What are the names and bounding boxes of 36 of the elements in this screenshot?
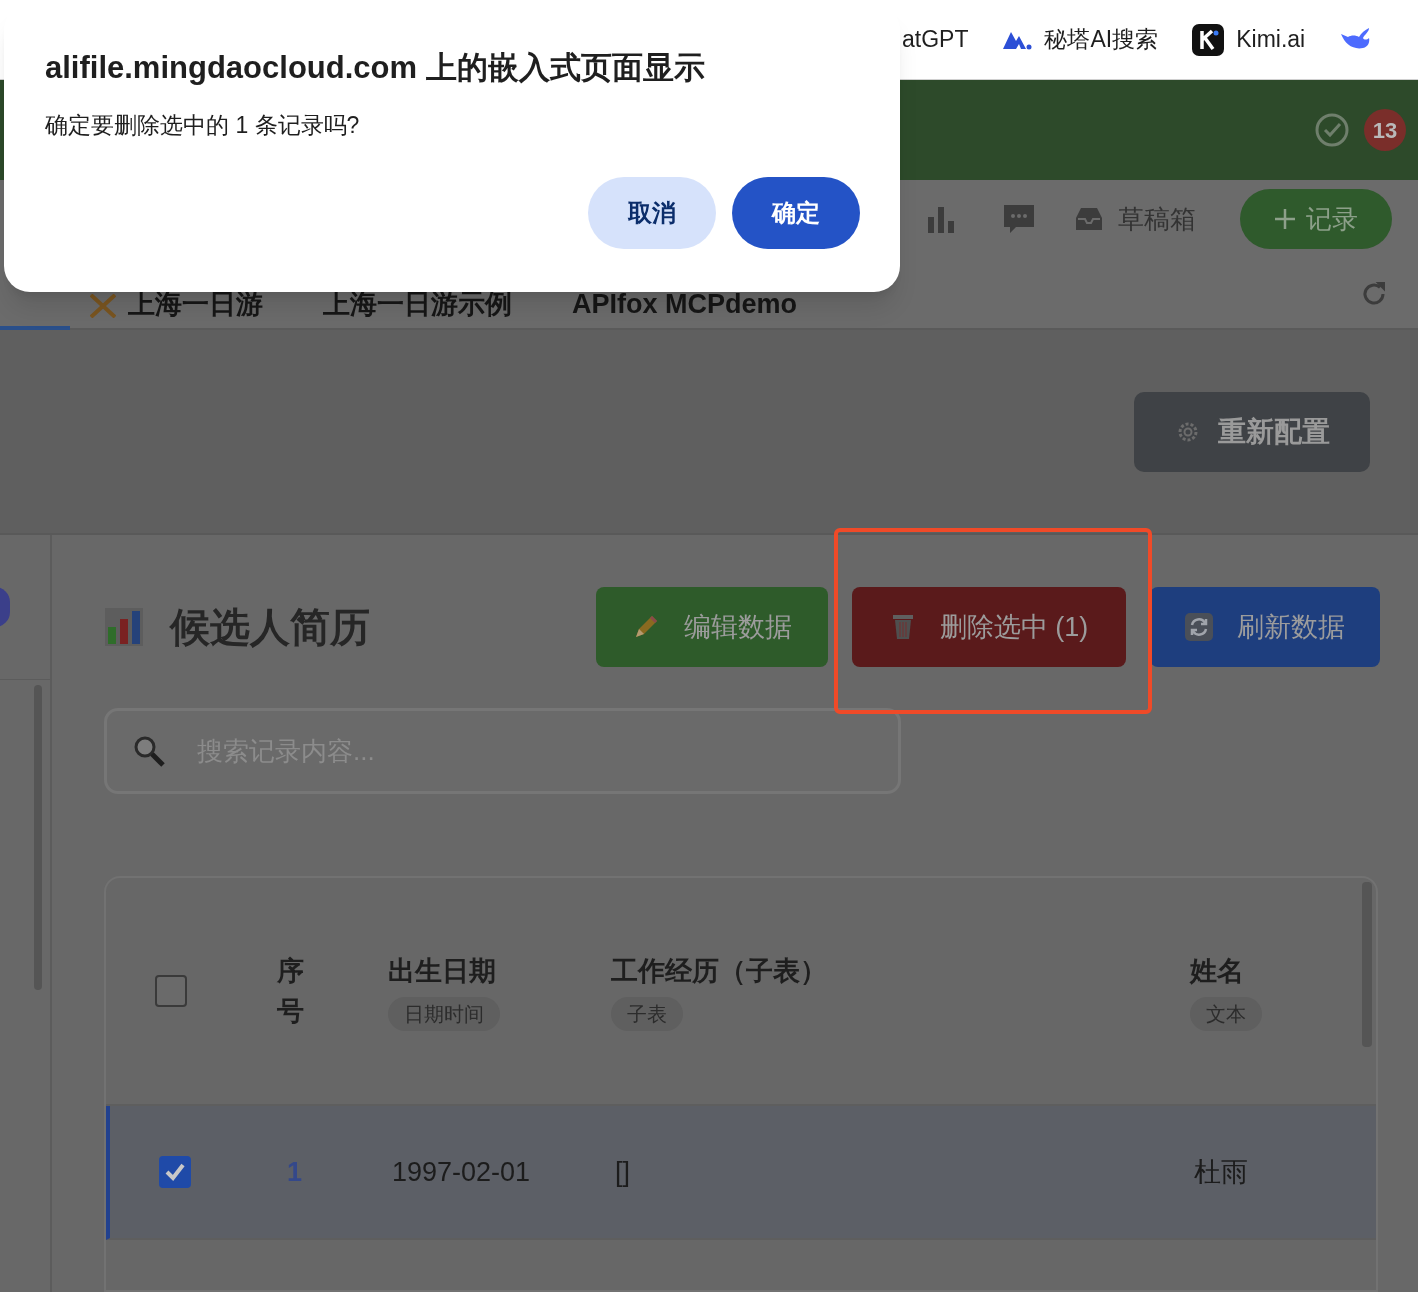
check-circle-icon[interactable] (1314, 112, 1350, 148)
column-header: 序号 (277, 955, 305, 1028)
bookmark-link[interactable]: 秘塔AI搜索 (1044, 22, 1159, 57)
inbox-icon[interactable] (1074, 206, 1104, 232)
refresh-icon (1185, 613, 1213, 641)
bar-chart-icon (104, 607, 144, 647)
panel-title: 候选人简历 (170, 604, 370, 651)
reconfigure-button[interactable]: 重新配置 (1134, 391, 1370, 472)
table-cell: 杜雨 (1194, 1156, 1248, 1187)
check-icon (164, 1161, 186, 1183)
column-header: 工作经历（子表） (611, 955, 828, 988)
bar-chart-icon[interactable] (926, 205, 956, 233)
delete-button[interactable]: 删除选中 (1) (852, 587, 1126, 667)
dialog-title: alifile.mingdaocloud.com 上的嵌入式页面显示 (45, 49, 706, 87)
table-cell: 1997-02-01 (392, 1156, 531, 1187)
chat-icon[interactable] (1002, 203, 1036, 235)
scrollbar[interactable] (1362, 882, 1372, 1047)
select-all-checkbox[interactable] (155, 975, 187, 1007)
tools-icon (90, 294, 116, 318)
column-header: 出生日期 (388, 955, 497, 988)
dialog-message: 确定要删除选中的 1 条记录吗? (45, 111, 361, 140)
confirm-button[interactable]: 确定 (732, 176, 860, 249)
add-record-button[interactable]: 记录 (1240, 189, 1392, 249)
bookmark-link[interactable]: Kimi.ai (1236, 22, 1306, 57)
cancel-button[interactable]: 取消 (588, 176, 716, 249)
table-cell: [] (615, 1156, 630, 1187)
column-header: 姓名 (1190, 955, 1245, 988)
row-checkbox[interactable] (159, 1156, 191, 1188)
app-logo-icon (1192, 23, 1225, 56)
refresh-button[interactable]: 刷新数据 (1150, 587, 1380, 667)
drafts-label[interactable]: 草稿箱 (1118, 199, 1196, 239)
edit-button[interactable]: 编辑数据 (596, 587, 828, 667)
notification-badge[interactable]: 13 (1364, 109, 1406, 151)
search-icon (132, 734, 166, 768)
plus-icon (1274, 208, 1296, 230)
bookmark-link[interactable]: atGPT (902, 22, 969, 57)
